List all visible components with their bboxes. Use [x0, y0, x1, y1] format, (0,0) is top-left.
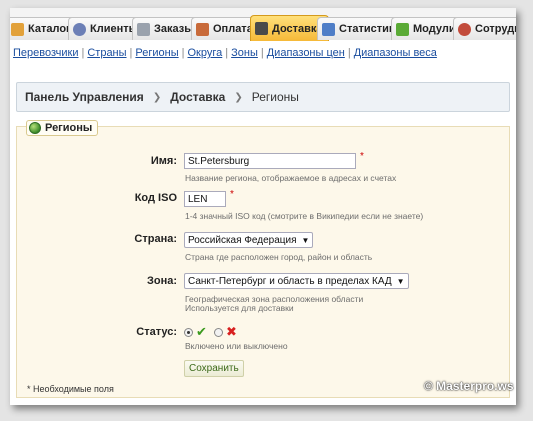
country-value: Российская Федерация	[188, 235, 297, 246]
status-disabled-radio[interactable]	[214, 328, 223, 337]
country-label: Страна:	[134, 233, 177, 245]
chevron-right-icon: ❯	[234, 91, 243, 103]
zone-hint-line-2: Используется для доставки	[185, 303, 294, 313]
delivery-submenu: Перевозчики | Страны | Регионы | Округа | Зо…	[10, 44, 440, 62]
submenu-countries[interactable]: Страны	[84, 47, 129, 59]
country-select[interactable]: Российская Федерация ▼	[184, 232, 314, 248]
submenu-zones[interactable]: Зоны	[228, 47, 261, 59]
country-hint: Страна где расположен город, район и обл…	[185, 252, 373, 262]
breadcrumb-delivery[interactable]: Доставка	[170, 90, 225, 104]
name-field[interactable]: St.Petersburg	[184, 153, 356, 169]
screenshot-frame: Каталог Клиенты Заказы Оплата Доставка С…	[10, 8, 516, 405]
breadcrumb-regions: Регионы	[251, 90, 299, 104]
status-enabled-radio[interactable]	[184, 328, 193, 337]
zone-select[interactable]: Санкт-Петербург и область в пределах КАД…	[184, 273, 409, 289]
status-hint: Включено или выключено	[185, 341, 288, 351]
required-star: *	[360, 151, 364, 162]
stats-icon	[322, 22, 335, 36]
tab-label: Заказы	[154, 23, 194, 35]
checkmark-icon: ✔	[196, 324, 207, 339]
required-star: *	[230, 189, 234, 200]
submenu-price-ranges[interactable]: Диапазоны цен	[264, 47, 348, 59]
watermark: © Masterpro.ws	[424, 379, 514, 393]
dropdown-arrow-icon: ▼	[396, 277, 405, 286]
region-form-panel: Регионы Имя: St.Petersburg * Название ре…	[16, 120, 510, 398]
breadcrumb-admin-panel[interactable]: Панель Управления	[25, 90, 144, 104]
truck-icon	[255, 22, 268, 35]
tab-label: Модули	[413, 23, 456, 35]
breadcrumb: Панель Управления ❯ Доставка ❯ Регионы	[16, 82, 510, 112]
tab-label: Сотрудн	[475, 23, 516, 35]
required-fields-note: * Необходимые поля	[27, 384, 114, 394]
panel-title: Регионы	[45, 122, 93, 134]
name-hint: Название региона, отображаемое в адресах…	[185, 173, 397, 183]
staff-icon	[458, 22, 471, 36]
dropdown-arrow-icon: ▼	[301, 236, 310, 245]
name-label: Имя:	[150, 155, 177, 167]
zone-label: Зона:	[146, 275, 177, 287]
modules-icon	[396, 22, 409, 36]
status-label: Статус:	[136, 326, 177, 338]
zone-value: Санкт-Петербург и область в пределах КАД	[188, 276, 392, 287]
folder-icon	[11, 22, 24, 36]
orders-icon	[137, 22, 150, 36]
tab-staff[interactable]: Сотрудн	[453, 17, 516, 40]
cross-icon: ✖	[226, 324, 237, 339]
submenu-carriers[interactable]: Перевозчики	[10, 47, 81, 59]
tab-label: Оплата	[213, 23, 253, 35]
iso-label: Код ISO	[134, 192, 177, 204]
tab-label: Клиенты	[90, 23, 139, 35]
iso-code-field[interactable]: LEN	[184, 191, 226, 207]
payment-icon	[196, 22, 209, 36]
save-button[interactable]: Сохранить	[184, 360, 244, 377]
tab-catalog[interactable]: Каталог	[10, 17, 77, 40]
globe-icon	[29, 122, 41, 134]
submenu-weight-ranges[interactable]: Диапазоны веса	[351, 47, 440, 59]
users-icon	[73, 22, 86, 36]
chevron-right-icon: ❯	[152, 91, 162, 103]
tab-orders[interactable]: Заказы	[132, 17, 200, 40]
submenu-districts[interactable]: Округа	[185, 47, 226, 59]
panel-legend: Регионы	[26, 120, 99, 136]
tab-label: Доставка	[272, 22, 323, 35]
tab-label: Каталог	[28, 23, 71, 35]
submenu-regions[interactable]: Регионы	[132, 47, 181, 59]
iso-hint: 1-4 значный ISO код (смотрите в Википеди…	[185, 211, 424, 221]
tab-payment[interactable]: Оплата	[191, 17, 259, 40]
top-tab-bar: Каталог Клиенты Заказы Оплата Доставка С…	[10, 8, 516, 41]
tab-modules[interactable]: Модули	[391, 17, 462, 40]
